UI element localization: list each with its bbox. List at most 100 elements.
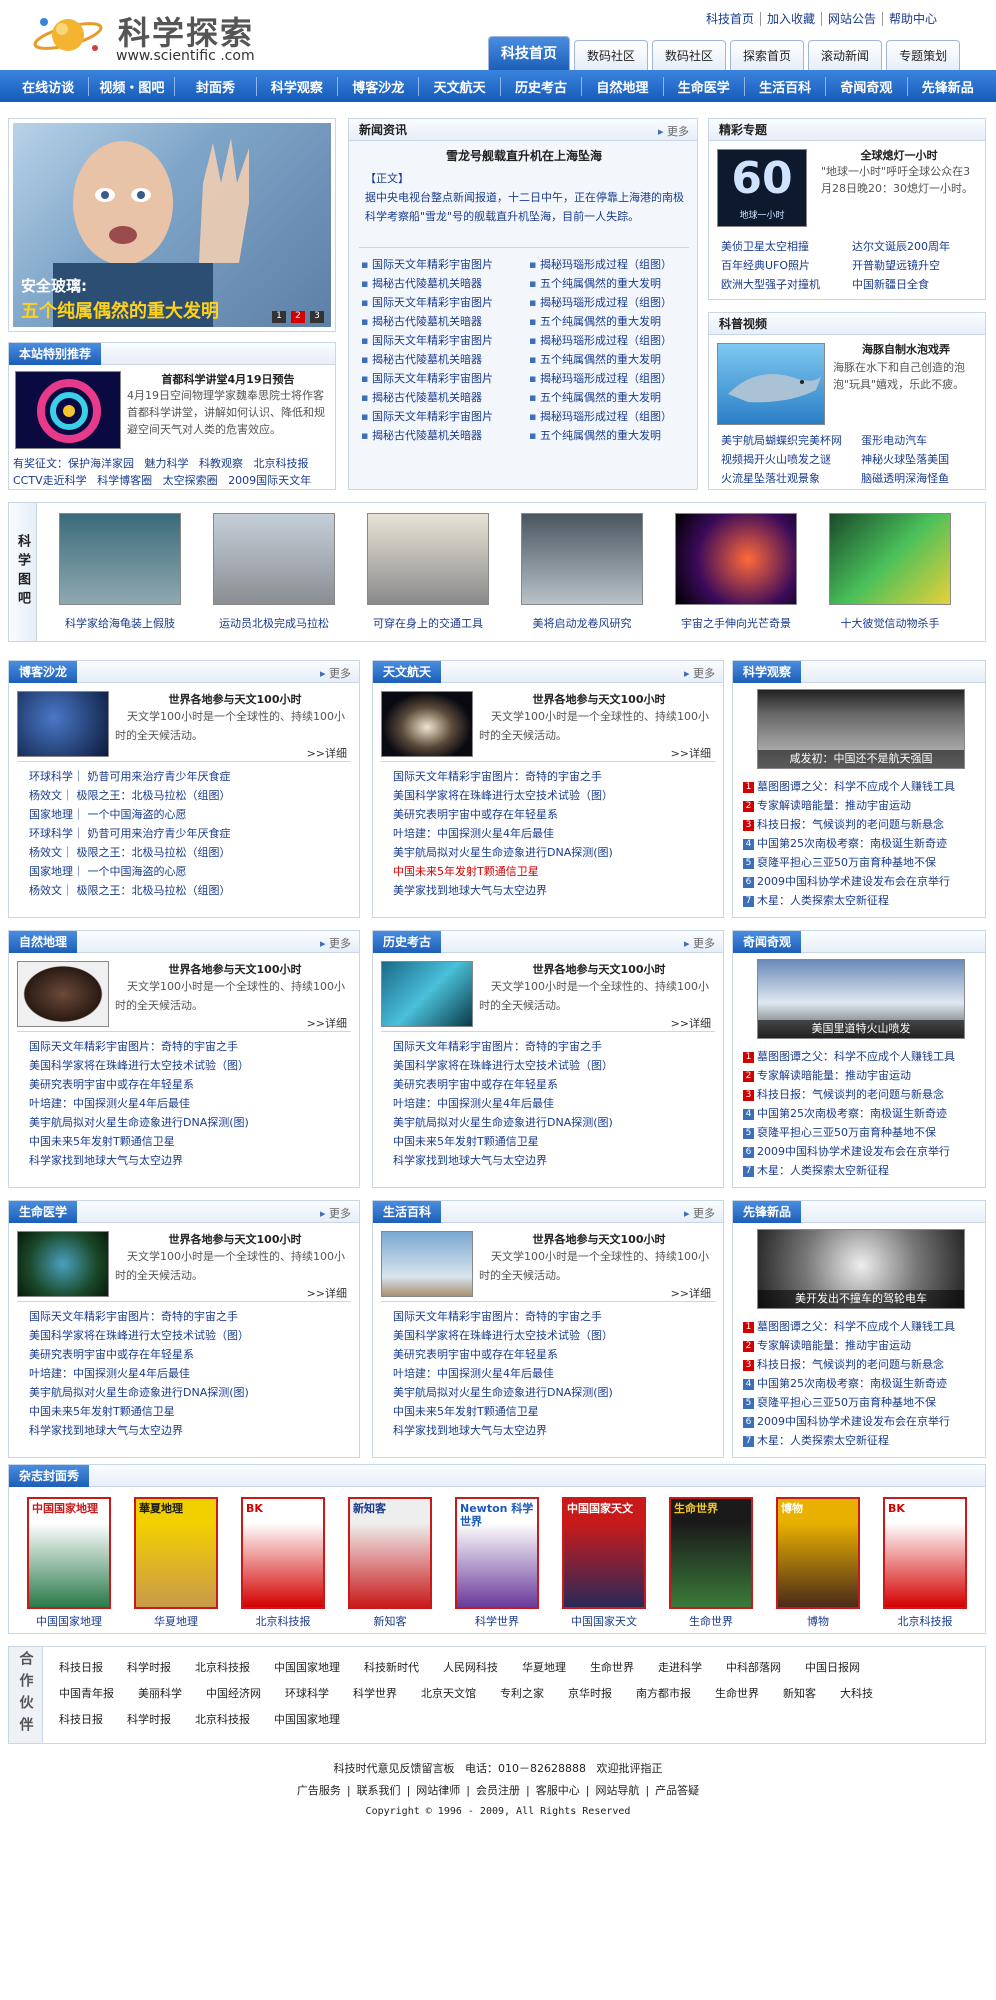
partner-link[interactable]: 环球科学 — [285, 1681, 329, 1707]
section-link[interactable]: 杨效文｜ 极限之王：北极马拉松（组图） — [29, 786, 355, 805]
gallery-image-cosmic-hand[interactable] — [675, 513, 797, 605]
recommend-link[interactable]: 科学博客圈 — [97, 474, 152, 487]
partner-link[interactable]: 科学时报 — [127, 1707, 171, 1733]
section-link[interactable]: 国际天文年精彩宇宙图片：奇特的宇宙之手 — [393, 1307, 719, 1326]
section-link[interactable]: 美宇航局拟对火星生命迹象进行DNA探测(图) — [393, 1113, 719, 1132]
news-link[interactable]: 揭秘古代陵墓机关暗器 — [361, 312, 525, 331]
magazine-caption[interactable]: 中国国家地理 — [13, 1613, 125, 1629]
partner-link[interactable]: 专利之家 — [500, 1681, 544, 1707]
section-more[interactable]: 更多 — [320, 1205, 351, 1221]
special-link[interactable]: 欧洲大型强子对撞机 — [721, 275, 852, 294]
section-link[interactable]: 科学家找到地球大气与太空边界 — [29, 1151, 355, 1170]
ranked-item[interactable]: 1 墓图图谭之父：科学不应成个人赚钱工具 — [743, 777, 983, 796]
partner-link[interactable]: 新知客 — [783, 1681, 816, 1707]
section-link[interactable]: 中国未来5年发射T颗通信卫星 — [29, 1132, 355, 1151]
special-link[interactable]: 开普勒望远镜升空 — [852, 256, 983, 275]
recommend-link[interactable]: 科教观察 — [199, 457, 243, 470]
section-link[interactable]: 美研究表明宇宙中或存在年轻星系 — [393, 1345, 719, 1364]
footer-link[interactable]: 客服中心 — [536, 1784, 580, 1797]
nav-item[interactable]: 博客沙龙 — [338, 76, 420, 96]
hero-page-2[interactable]: 2 — [291, 311, 305, 323]
section-link[interactable]: 叶培建：中国探测火星4年后最佳 — [393, 824, 719, 843]
section-link[interactable]: 美国科学家将在珠峰进行太空技术试验（图） — [393, 786, 719, 805]
magazine-cover[interactable]: 新知客 — [348, 1497, 432, 1609]
section-image[interactable] — [381, 1231, 473, 1297]
special-image[interactable]: 60 地球一小时 — [717, 149, 807, 227]
video-link[interactable]: 火流星坠落壮观景象 — [721, 469, 861, 488]
section-link[interactable]: 美国科学家将在珠峰进行太空技术试验（图） — [393, 1056, 719, 1075]
gallery-caption[interactable]: 运动员北极完成马拉松 — [203, 615, 345, 631]
gallery-caption[interactable]: 十大彼觉信动物杀手 — [819, 615, 961, 631]
ranked-item[interactable]: 1 墓图图谭之父：科学不应成个人赚钱工具 — [743, 1317, 983, 1336]
ranked-item[interactable]: 3 科技日报：气候谈判的老问题与新悬念 — [743, 815, 983, 834]
section-headline[interactable]: 世界各地参与天文100小时 — [479, 1231, 719, 1247]
news-link[interactable]: 五个纯属偶然的重大发明 — [529, 426, 695, 445]
magazine-cover[interactable]: 博物 — [776, 1497, 860, 1609]
partner-link[interactable]: 科技日报 — [59, 1707, 103, 1733]
section-link[interactable]: 杨效文｜ 极限之王：北极马拉松（组图） — [29, 881, 355, 900]
ranked-item[interactable]: 5 裒隆平担心三亚50万亩育种基地不保 — [743, 1123, 983, 1142]
section-more[interactable]: 更多 — [684, 1205, 715, 1221]
news-link[interactable]: 五个纯属偶然的重大发明 — [529, 312, 695, 331]
partner-link[interactable]: 中国日报网 — [805, 1655, 860, 1681]
magazine-caption[interactable]: 华夏地理 — [120, 1613, 232, 1629]
gallery-image-transport[interactable] — [367, 513, 489, 605]
section-more[interactable]: 更多 — [684, 665, 715, 681]
news-link[interactable]: 国际天文年精彩宇宙图片 — [361, 331, 525, 350]
top-link-home[interactable]: 科技首页 — [700, 12, 762, 26]
video-link[interactable]: 脑磁透明深海怪鱼 — [861, 469, 983, 488]
tab-rolling-news[interactable]: 滚动新闻 — [808, 40, 883, 70]
news-link[interactable]: 揭秘玛瑙形成过程（组图） — [529, 255, 695, 274]
section-link[interactable]: 科学家找到地球大气与太空边界 — [393, 1151, 719, 1170]
ranked-item[interactable]: 7 木星：人类探索太空新征程 — [743, 891, 983, 910]
footer-link[interactable]: 网站律师 — [416, 1784, 460, 1797]
nav-item[interactable]: 自然地理 — [582, 76, 664, 96]
gallery-caption[interactable]: 美将启动龙卷风研究 — [511, 615, 653, 631]
news-link[interactable]: 国际天文年精彩宇宙图片 — [361, 407, 525, 426]
section-link[interactable]: 环球科学｜ 奶昔可用来治疗青少年厌食症 — [29, 824, 355, 843]
rightcol-image[interactable]: 美开发出不撞车的驾轮电车 — [757, 1229, 965, 1309]
ranked-item[interactable]: 7 木星：人类探索太空新征程 — [743, 1161, 983, 1180]
top-link-notice[interactable]: 网站公告 — [822, 12, 884, 26]
partner-link[interactable]: 科技日报 — [59, 1655, 103, 1681]
recommend-link[interactable]: 2009国际天文年 — [228, 474, 311, 487]
section-headline[interactable]: 世界各地参与天文100小时 — [115, 691, 355, 707]
section-link[interactable]: 国际天文年精彩宇宙图片：奇特的宇宙之手 — [29, 1037, 355, 1056]
section-link[interactable]: 科学家找到地球大气与太空边界 — [29, 1421, 355, 1440]
nav-item[interactable]: 奇闻奇观 — [826, 76, 908, 96]
news-link[interactable]: 揭秘玛瑙形成过程（组图） — [529, 293, 695, 312]
section-link[interactable]: 中国未来5年发射T颗通信卫星 — [393, 1132, 719, 1151]
partner-link[interactable]: 中国国家地理 — [274, 1655, 340, 1681]
news-link[interactable]: 五个纯属偶然的重大发明 — [529, 274, 695, 293]
gallery-caption[interactable]: 宇宙之手伸向光芒奇景 — [665, 615, 807, 631]
section-link[interactable]: 国际天文年精彩宇宙图片：奇特的宇宙之手 — [393, 767, 719, 786]
section-link[interactable]: 中国未来5年发射T颗通信卫星 — [29, 1402, 355, 1421]
hero-page-3[interactable]: 3 — [310, 311, 324, 323]
partner-link[interactable]: 中科部落网 — [726, 1655, 781, 1681]
section-detail-link[interactable]: >>详细 — [307, 745, 347, 761]
ranked-item[interactable]: 6 2009中国科协学术建设发布会在京举行 — [743, 1142, 983, 1161]
footer-link[interactable]: 网站导航 — [595, 1784, 639, 1797]
section-detail-link[interactable]: >>详细 — [307, 1285, 347, 1301]
magazine-caption[interactable]: 中国国家天文 — [548, 1613, 660, 1629]
magazine-caption[interactable]: 生命世界 — [655, 1613, 767, 1629]
ranked-item[interactable]: 3 科技日报：气候谈判的老问题与新悬念 — [743, 1355, 983, 1374]
video-link[interactable]: 美宇航局蝴蝶织完美杯网 — [721, 431, 861, 450]
partner-link[interactable]: 生命世界 — [590, 1655, 634, 1681]
magazine-cover[interactable]: Newton 科学世界 — [455, 1497, 539, 1609]
partner-link[interactable]: 北京天文馆 — [421, 1681, 476, 1707]
news-link[interactable]: 揭秘玛瑙形成过程（组图） — [529, 331, 695, 350]
magazine-caption[interactable]: 博物 — [762, 1613, 874, 1629]
partner-link[interactable]: 走进科学 — [658, 1655, 702, 1681]
section-headline[interactable]: 世界各地参与天文100小时 — [115, 961, 355, 977]
tab-home[interactable]: 科技首页 — [488, 36, 570, 70]
partner-link[interactable]: 京华时报 — [568, 1681, 612, 1707]
section-link[interactable]: 美研究表明宇宙中或存在年轻星系 — [393, 1075, 719, 1094]
footer-link[interactable]: 会员注册 — [476, 1784, 520, 1797]
section-detail-link[interactable]: >>详细 — [307, 1015, 347, 1031]
nav-item[interactable]: 先锋新品 — [908, 77, 988, 96]
section-link[interactable]: 叶培建：中国探测火星4年后最佳 — [29, 1364, 355, 1383]
nav-item[interactable]: 历史考古 — [501, 76, 583, 96]
section-image[interactable] — [17, 1231, 109, 1297]
partner-link[interactable]: 南方都市报 — [636, 1681, 691, 1707]
